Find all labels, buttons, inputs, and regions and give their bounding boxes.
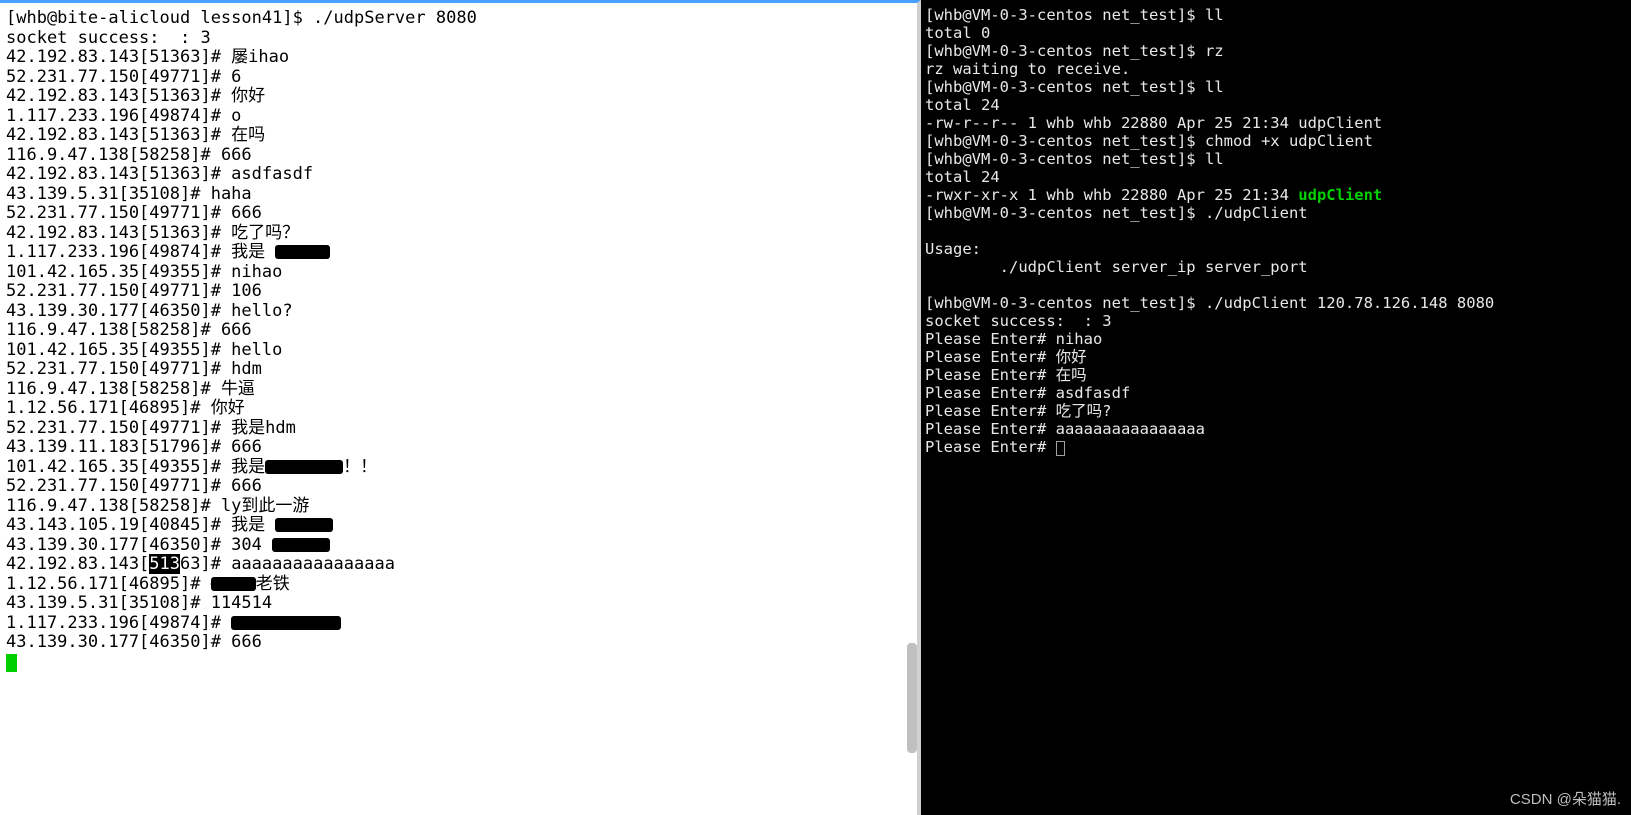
cursor-icon	[6, 654, 17, 672]
redaction-mark	[275, 245, 330, 259]
terminal-line: total 24	[925, 168, 1631, 186]
terminal-line: [whb@VM-0-3-centos net_test]$ ./udpClien…	[925, 204, 1631, 222]
terminal-line: [whb@VM-0-3-centos net_test]$ ./udpClien…	[925, 294, 1631, 312]
selection-highlight: 513	[149, 554, 180, 574]
terminal-line: 43.139.5.31[35108]# 114514	[6, 594, 917, 614]
terminal-line: Please Enter# aaaaaaaaaaaaaaaa	[925, 420, 1631, 438]
terminal-line: 42.192.83.143[51363]# asdfasdf	[6, 165, 917, 185]
terminal-line: 43.139.30.177[46350]# hello?	[6, 302, 917, 322]
terminal-line: rz waiting to receive.	[925, 60, 1631, 78]
terminal-line: 42.192.83.143[51363]# 你好	[6, 87, 917, 107]
terminal-line: 1.12.56.171[46895]# 你好	[6, 399, 917, 419]
terminal-line: [whb@VM-0-3-centos net_test]$ ll	[925, 150, 1631, 168]
redaction-mark	[275, 518, 333, 532]
terminal-line: 116.9.47.138[58258]# 666	[6, 321, 917, 341]
shell-prompt: [whb@bite-alicloud lesson41]$	[6, 8, 313, 28]
terminal-line: -rw-r--r-- 1 whb whb 22880 Apr 25 21:34 …	[925, 114, 1631, 132]
terminal-line: 42.192.83.143[51363]# 在吗	[6, 126, 917, 146]
terminal-line: Please Enter# 吃了吗?	[925, 402, 1631, 420]
terminal-line: Please Enter# 在吗	[925, 366, 1631, 384]
terminal-line: 116.9.47.138[58258]# ly到此一游	[6, 497, 917, 517]
scrollbar-thumb[interactable]	[907, 643, 917, 753]
terminal-line: 52.231.77.150[49771]# 6	[6, 68, 917, 88]
terminal-line: 52.231.77.150[49771]# 666	[6, 204, 917, 224]
terminal-line: 43.143.105.19[40845]# 我是	[6, 516, 917, 536]
terminal-line: [whb@VM-0-3-centos net_test]$ ll	[925, 78, 1631, 96]
terminal-line: 52.231.77.150[49771]# 106	[6, 282, 917, 302]
terminal-line: 42.192.83.143[51363]# 吃了吗？	[6, 224, 917, 244]
terminal-line: [whb@bite-alicloud lesson41]$ ./udpServe…	[6, 9, 917, 29]
terminal-line: socket success: : 3	[6, 29, 917, 49]
client-terminal[interactable]: [whb@VM-0-3-centos net_test]$ lltotal 0[…	[921, 0, 1631, 815]
terminal-line: total 24	[925, 96, 1631, 114]
terminal-line: 116.9.47.138[58258]# 666	[6, 146, 917, 166]
terminal-line: 1.117.233.196[49874]# 我是	[6, 243, 917, 263]
terminal-line: 1.117.233.196[49874]# o	[6, 107, 917, 127]
server-terminal[interactable]: [whb@bite-alicloud lesson41]$ ./udpServe…	[0, 0, 921, 815]
terminal-line: 43.139.30.177[46350]# 304	[6, 536, 917, 556]
terminal-line: Please Enter#	[925, 438, 1631, 456]
terminal-line: [whb@VM-0-3-centos net_test]$ chmod +x u…	[925, 132, 1631, 150]
executable-name: udpClient	[1298, 186, 1382, 204]
terminal-line: ./udpClient server_ip server_port	[925, 258, 1631, 276]
terminal-line: 52.231.77.150[49771]# 我是hdm	[6, 419, 917, 439]
split-view: [whb@bite-alicloud lesson41]$ ./udpServe…	[0, 0, 1631, 815]
terminal-line: Please Enter# asdfasdf	[925, 384, 1631, 402]
terminal-line: socket success: : 3	[925, 312, 1631, 330]
terminal-line: 101.42.165.35[49355]# hello	[6, 341, 917, 361]
terminal-line: 43.139.5.31[35108]# haha	[6, 185, 917, 205]
terminal-cursor-line	[6, 653, 917, 673]
redaction-mark	[272, 538, 330, 552]
terminal-line: -rwxr-xr-x 1 whb whb 22880 Apr 25 21:34 …	[925, 186, 1631, 204]
shell-command: ./udpServer 8080	[313, 8, 477, 28]
watermark-text: CSDN @朵猫猫.	[1510, 791, 1621, 809]
redaction-mark	[211, 577, 256, 591]
terminal-line: 42.192.83.143[51363]# 屡ihao	[6, 48, 917, 68]
terminal-line: 1.12.56.171[46895]# 老铁	[6, 575, 917, 595]
terminal-line	[925, 276, 1631, 294]
terminal-line: Usage:	[925, 240, 1631, 258]
terminal-line: Please Enter# nihao	[925, 330, 1631, 348]
redaction-mark	[231, 616, 341, 630]
terminal-line: 52.231.77.150[49771]# 666	[6, 477, 917, 497]
terminal-line: 1.117.233.196[49874]#	[6, 614, 917, 634]
cursor-icon	[1056, 441, 1065, 456]
terminal-line: Please Enter# 你好	[925, 348, 1631, 366]
terminal-line: 116.9.47.138[58258]# 牛逼	[6, 380, 917, 400]
terminal-line: 43.139.30.177[46350]# 666	[6, 633, 917, 653]
terminal-line: 101.42.165.35[49355]# nihao	[6, 263, 917, 283]
terminal-line: 43.139.11.183[51796]# 666	[6, 438, 917, 458]
terminal-line: [whb@VM-0-3-centos net_test]$ rz	[925, 42, 1631, 60]
terminal-line: 52.231.77.150[49771]# hdm	[6, 360, 917, 380]
redaction-mark	[265, 460, 343, 474]
terminal-line: [whb@VM-0-3-centos net_test]$ ll	[925, 6, 1631, 24]
terminal-line: total 0	[925, 24, 1631, 42]
terminal-line: 101.42.165.35[49355]# 我是！！	[6, 458, 917, 478]
terminal-line: 42.192.83.143[51363]# aaaaaaaaaaaaaaaa	[6, 555, 917, 575]
terminal-line	[925, 222, 1631, 240]
